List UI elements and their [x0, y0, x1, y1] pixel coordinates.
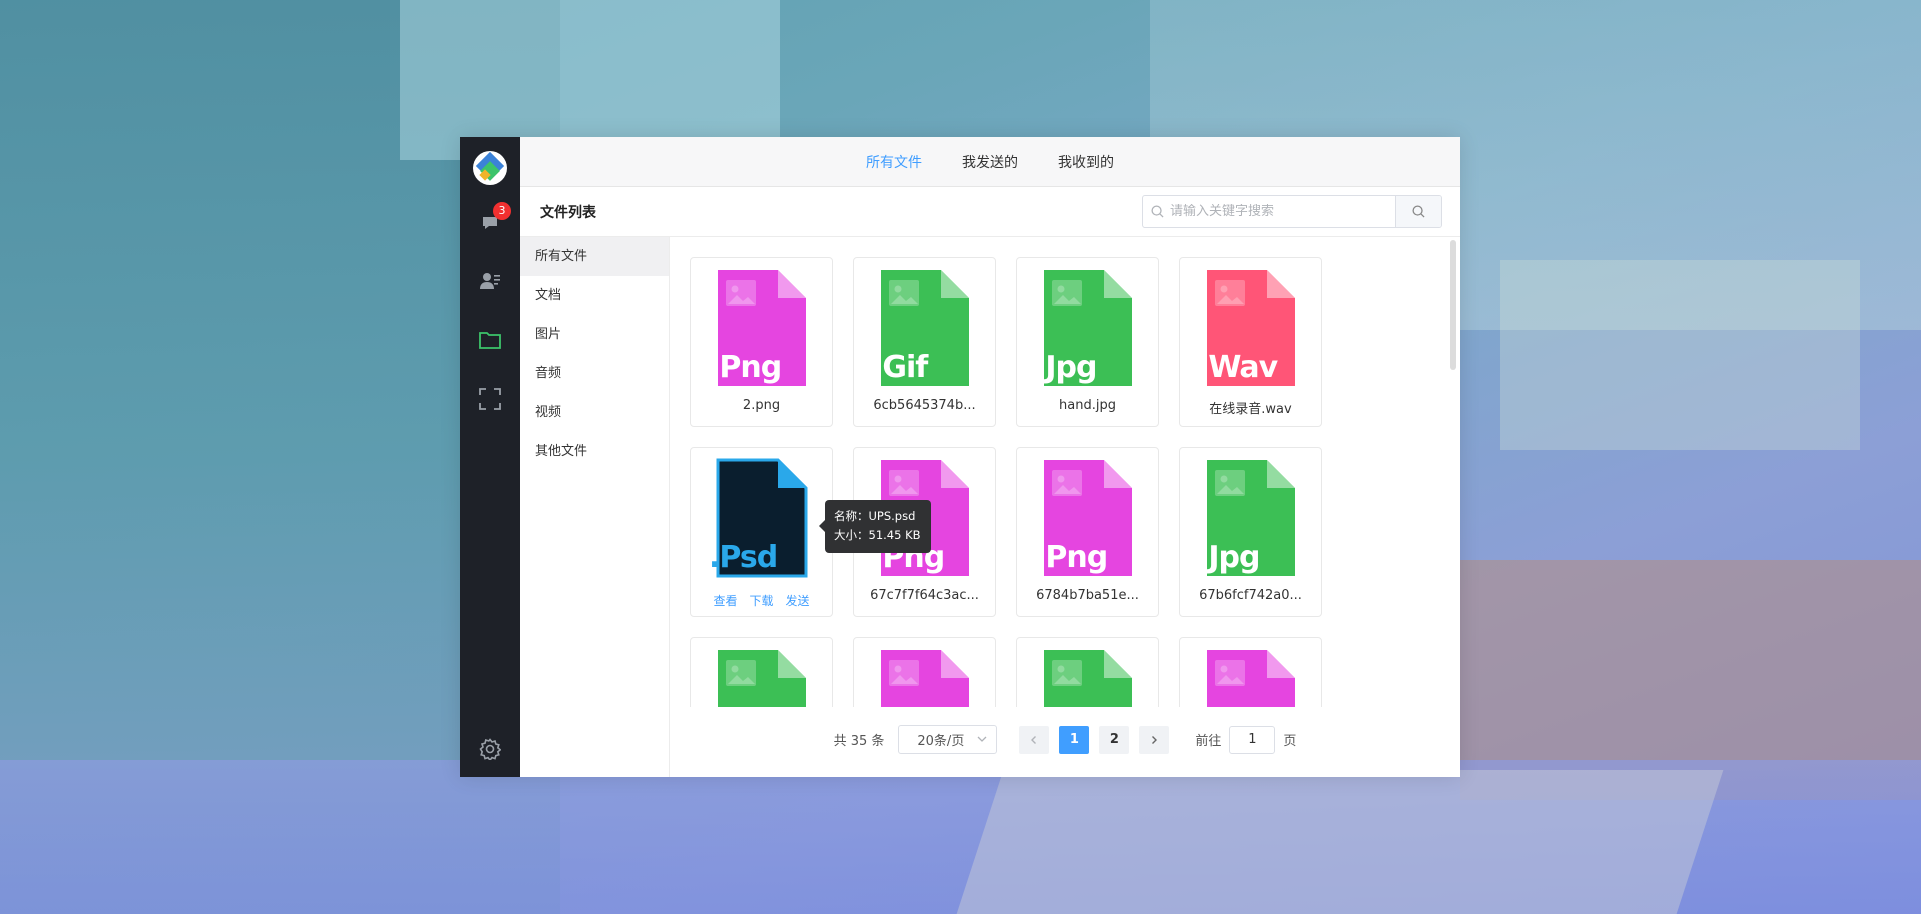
file-manager-window: 3 所有文件 我发送的 我收到的 文件列表 请输入关键字搜索 所有文件 文档 图… [460, 137, 1460, 777]
file-card-actions: 查看 下载 发送 [713, 592, 809, 609]
file-name: 67c7f7f64c3ac... [870, 588, 979, 603]
category-images[interactable]: 图片 [520, 315, 669, 354]
tooltip-size: 大小：51.45 KB [834, 528, 921, 542]
file-card[interactable]: .Jpg 67b6fcf742a0... [1179, 447, 1322, 617]
file-type-icon [1205, 648, 1297, 707]
chat-badge: 3 [493, 202, 511, 220]
file-card[interactable]: .Psd 查看 下载 发送 [690, 447, 833, 617]
search-button[interactable] [1395, 196, 1441, 227]
file-ext-label: .Jpg [1035, 350, 1098, 385]
content: 文件列表 所有文件 文档 图片 音频 视频 [520, 187, 1460, 777]
file-ext-label: .Jpg [1198, 540, 1261, 575]
fullscreen-icon[interactable] [478, 387, 502, 411]
file-card[interactable]: .Png 2.png [690, 257, 833, 427]
search-icon [1151, 205, 1164, 218]
category-video[interactable]: 视频 [520, 393, 669, 432]
chevron-down-icon [977, 736, 987, 742]
chevron-left-icon [1031, 735, 1037, 744]
goto-page-input[interactable]: 1 [1229, 725, 1276, 754]
file-card[interactable]: .Wav 在线录音.wav [1179, 257, 1322, 427]
next-page-button[interactable] [1139, 725, 1170, 754]
file-name: 在线录音.wav [1209, 402, 1292, 417]
file-card[interactable]: .Gif 6cb5645374b... [853, 257, 996, 427]
goto-label: 前往 [1195, 734, 1222, 749]
chat-icon[interactable]: 3 [478, 202, 511, 235]
file-ext-label: .Wav [1198, 350, 1278, 385]
list-header: 文件列表 [520, 187, 1460, 237]
sidebar: 3 [460, 137, 520, 777]
tab-received[interactable]: 我收到的 [1058, 152, 1114, 172]
top-tabs: 所有文件 我发送的 我收到的 [520, 137, 1460, 187]
scrollbar-thumb[interactable] [1450, 240, 1456, 370]
file-type-icon [716, 648, 808, 707]
settings-icon[interactable] [478, 737, 502, 761]
prev-page-button[interactable] [1019, 725, 1050, 754]
download-button[interactable]: 下载 [749, 592, 773, 609]
category-documents[interactable]: 文档 [520, 276, 669, 315]
file-ext-label: .Png [709, 350, 782, 385]
tooltip-name: 名称：UPS.psd [834, 509, 916, 523]
app-logo [473, 151, 507, 185]
goto-page: 前往 1 页 [1195, 725, 1297, 754]
pagination: 共 35 条 20条/页 1 2 前往 1 页 [670, 707, 1460, 772]
file-card[interactable] [853, 637, 996, 707]
file-name: 2.png [742, 398, 781, 413]
file-grid-viewport: .Png 2.png .Gif 6cb5645374b... .Jpg hand.jpg.… [670, 237, 1460, 707]
file-card[interactable] [690, 637, 833, 707]
page-1-button[interactable]: 1 [1059, 725, 1090, 754]
file-name: 67b6fcf742a0... [1199, 588, 1302, 603]
page-2-button[interactable]: 2 [1099, 725, 1130, 754]
tab-all-files[interactable]: 所有文件 [866, 152, 922, 172]
category-other-files[interactable]: 其他文件 [520, 432, 669, 471]
file-grid: .Png 2.png .Gif 6cb5645374b... .Jpg hand.jpg.… [690, 257, 1322, 707]
pagination-total: 共 35 条 [833, 734, 885, 749]
search-icon [1412, 205, 1425, 218]
chevron-right-icon [1152, 735, 1158, 744]
file-ext-label: .Png [1035, 540, 1108, 575]
category-list: 所有文件 文档 图片 音频 视频 其他文件 [520, 237, 670, 777]
file-tooltip: 名称：UPS.psd 大小：51.45 KB [819, 500, 931, 553]
file-type-icon [1042, 648, 1134, 707]
file-ext-label: .Gif [872, 350, 928, 385]
page-title: 文件列表 [540, 204, 596, 221]
search-box [1142, 195, 1442, 228]
send-button[interactable]: 发送 [786, 592, 810, 609]
search-input[interactable] [1170, 204, 1395, 219]
goto-suffix: 页 [1283, 734, 1297, 749]
file-card[interactable] [1179, 637, 1322, 707]
file-name: hand.jpg [1059, 398, 1116, 413]
file-card[interactable]: .Png 6784b7ba51e... [1016, 447, 1159, 617]
file-ext-label: .Psd [709, 540, 778, 575]
file-card[interactable]: .Jpg hand.jpg [1016, 257, 1159, 427]
main-panel: 所有文件 我发送的 我收到的 文件列表 所有文件 [520, 137, 1460, 777]
view-button[interactable]: 查看 [713, 592, 737, 609]
file-type-icon [879, 648, 971, 707]
file-name: 6cb5645374b... [873, 398, 976, 413]
page-size-select[interactable]: 20条/页 [898, 725, 998, 754]
file-area: .Png 2.png .Gif 6cb5645374b... .Jpg hand.jpg.… [670, 237, 1460, 777]
file-name: 6784b7ba51e... [1036, 588, 1139, 603]
body: 所有文件 文档 图片 音频 视频 其他文件 .Png 2.png .Gif 6cb56… [520, 237, 1460, 777]
category-audio[interactable]: 音频 [520, 354, 669, 393]
folder-icon[interactable] [478, 328, 502, 352]
contacts-icon[interactable] [478, 269, 502, 293]
tab-sent[interactable]: 我发送的 [962, 152, 1018, 172]
category-all-files[interactable]: 所有文件 [520, 237, 669, 276]
file-card[interactable] [1016, 637, 1159, 707]
page-size-value: 20条/页 [917, 734, 965, 749]
